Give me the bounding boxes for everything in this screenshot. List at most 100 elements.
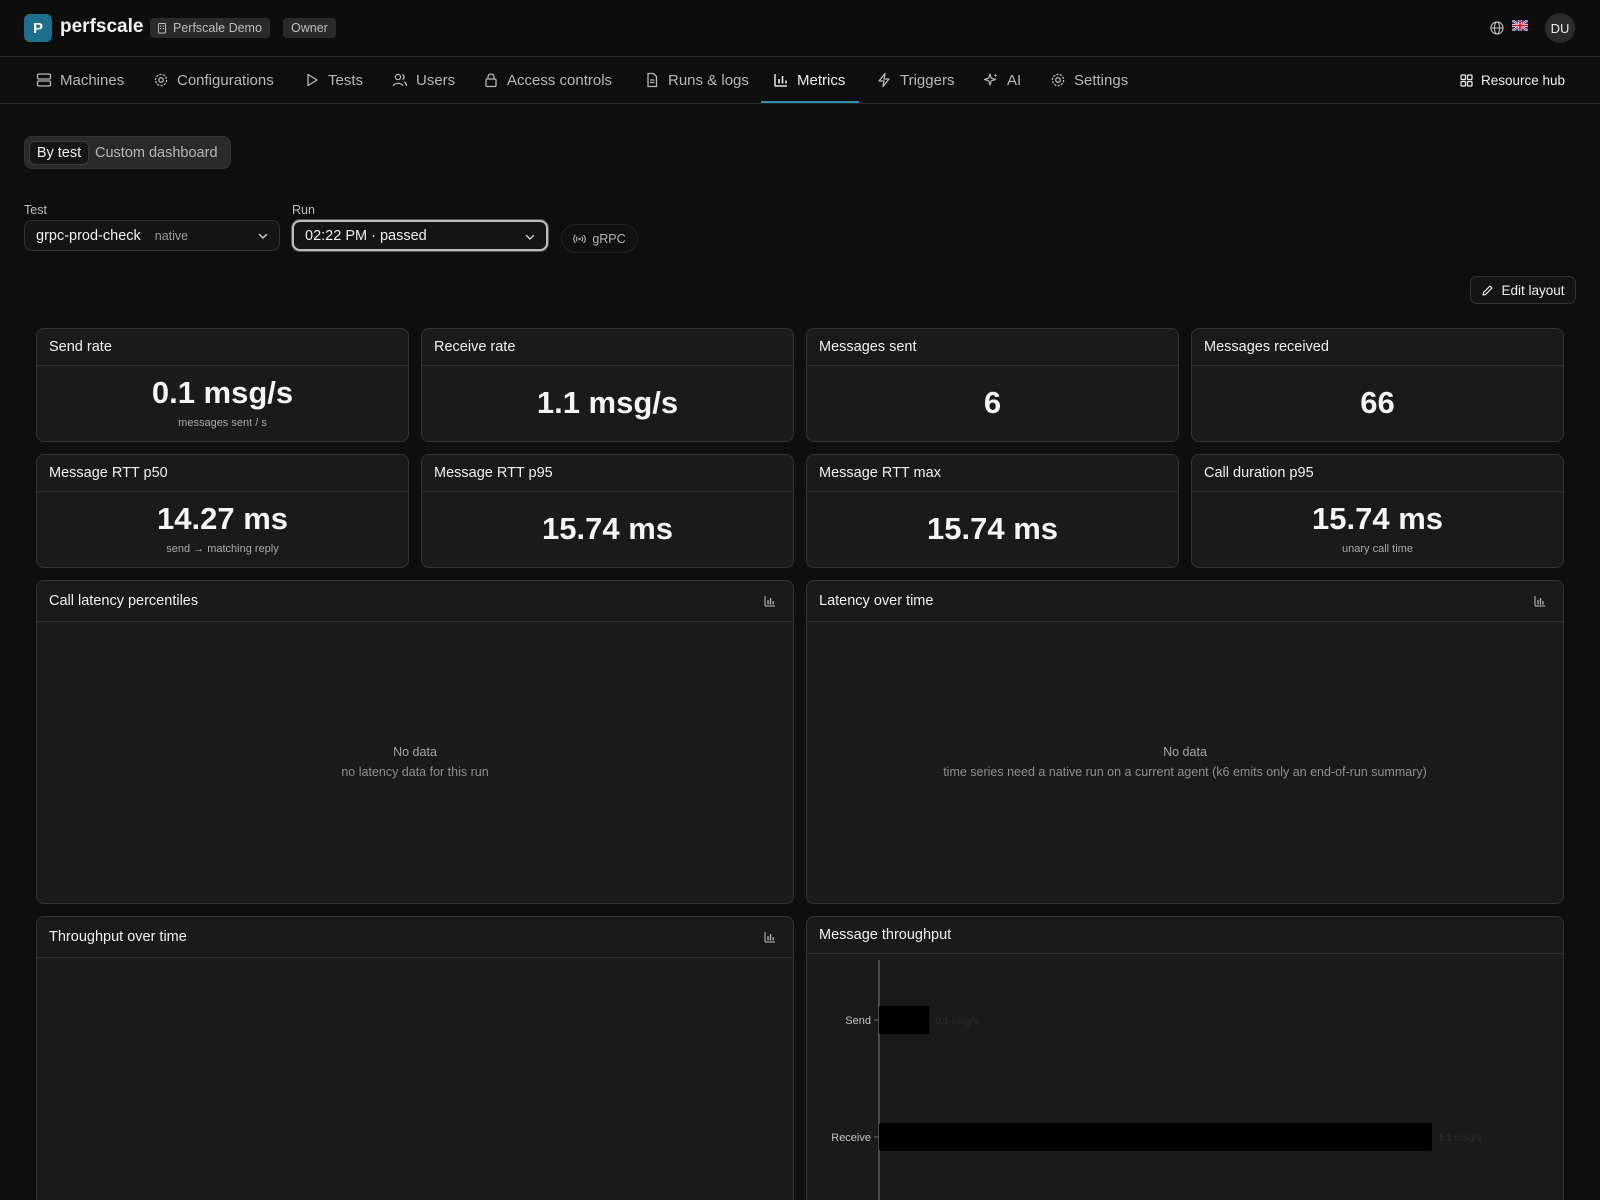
card-title: Messages received — [1192, 329, 1563, 366]
panel-title: Call latency percentiles — [49, 593, 199, 609]
protocol-label: gRPC — [592, 231, 626, 246]
chart-type-icon[interactable] — [764, 931, 776, 943]
stat-card-receive-rate: Receive rate 1.1 msg/s — [421, 328, 794, 442]
card-title: Send rate — [37, 329, 408, 366]
building-icon — [158, 23, 166, 34]
stat-value: 15.74 ms — [1312, 501, 1443, 536]
nav-item-machines[interactable]: Machines — [36, 57, 124, 103]
chevron-down-icon — [258, 233, 268, 239]
stat-subtitle: messages sent / s — [178, 417, 267, 429]
bar-value-label: 1.1 msg/s — [1438, 1133, 1481, 1144]
pencil-icon — [1482, 284, 1494, 296]
stat-card-messages-sent: Messages sent 6 — [806, 328, 1179, 442]
grid-icon — [1460, 73, 1473, 87]
stat-value: 15.74 ms — [927, 511, 1058, 546]
card-title: Receive rate — [422, 329, 793, 366]
panel-header: Message throughput — [807, 917, 1563, 954]
nav-item-access-controls[interactable]: Access controls — [483, 57, 612, 103]
bar-chart-icon — [774, 74, 787, 87]
stat-value: 6 — [983, 385, 1002, 420]
category-label: Receive — [831, 1132, 871, 1144]
nav-item-configurations[interactable]: Configurations — [153, 57, 274, 103]
role-badge: Owner — [283, 18, 336, 38]
card-title: Message RTT p50 — [37, 455, 408, 492]
edit-layout-button[interactable]: Edit layout — [1470, 276, 1576, 304]
run-select[interactable]: 02:22 PM · passed — [292, 220, 548, 251]
nav-label: Users — [416, 71, 456, 89]
resource-hub-button[interactable]: Resource hub — [1460, 71, 1565, 89]
panel-header: Throughput over time — [37, 917, 793, 958]
document-icon — [647, 72, 658, 88]
uk-flag-icon[interactable] — [1512, 20, 1528, 31]
panel-throughput-over-time: Throughput over time — [36, 916, 794, 1200]
panel-message-throughput: Message throughput Send 0.1 msg/s Receive 1… — [806, 916, 1564, 1200]
stat-value: 1.1 msg/s — [536, 385, 679, 420]
lock-icon — [485, 73, 497, 88]
chevron-down-icon — [525, 234, 535, 240]
panel-header: Latency over time — [807, 581, 1563, 622]
nav-item-runs-logs[interactable]: Runs & logs — [644, 57, 749, 103]
brand-name[interactable]: perfscale — [60, 16, 143, 38]
run-select-value: 02:22 PM · passed — [305, 227, 427, 244]
resource-hub-label: Resource hub — [1481, 72, 1566, 88]
stat-subtitle: send → matching reply — [166, 543, 279, 555]
stat-value: 14.27 ms — [157, 501, 288, 536]
active-tab-indicator — [761, 101, 859, 103]
card-title: Call duration p95 — [1192, 455, 1563, 492]
stat-subtitle: unary call time — [1342, 543, 1413, 555]
top-bar: P perfscale Perfscale Demo Owner DU — [0, 0, 1600, 57]
nav-item-ai[interactable]: AI — [983, 57, 1021, 103]
users-icon — [392, 73, 408, 87]
panel-title: Message throughput — [819, 927, 952, 943]
edit-layout-label: Edit layout — [1501, 282, 1565, 298]
protocol-badge: gRPC — [561, 224, 638, 253]
machines-icon — [36, 73, 52, 87]
view-toggle: By test Custom dashboard — [24, 136, 231, 169]
gear-icon — [154, 73, 168, 87]
stat-value: 0.1 msg/s — [151, 375, 294, 410]
app-logo[interactable]: P — [24, 14, 52, 42]
nav-item-metrics[interactable]: Metrics — [773, 57, 845, 103]
nav-item-settings[interactable]: Settings — [1050, 57, 1128, 103]
stat-card-rtt-p95: Message RTT p95 15.74 ms — [421, 454, 794, 568]
stat-value: 66 — [1360, 385, 1395, 420]
card-title: Message RTT p95 — [422, 455, 793, 492]
nav-item-users[interactable]: Users — [392, 57, 455, 103]
empty-state-title: No data — [393, 745, 437, 759]
org-switcher[interactable]: Perfscale Demo — [150, 18, 270, 38]
panel-call-latency-percentiles: Call latency percentiles No data no late… — [36, 580, 794, 904]
nav-label: AI — [1007, 71, 1022, 89]
stat-card-rtt-p50: Message RTT p50 14.27 ms send → matching… — [36, 454, 409, 568]
bar-send[interactable] — [879, 1006, 930, 1034]
stat-value: 15.74 ms — [542, 511, 673, 546]
panel-title: Latency over time — [819, 593, 934, 609]
broadcast-icon — [573, 234, 587, 243]
empty-state-title: No data — [1163, 745, 1207, 759]
test-type-tag: native — [154, 228, 189, 243]
stat-card-messages-received: Messages received 66 — [1191, 328, 1564, 442]
stat-card-rtt-max: Message RTT max 15.74 ms — [806, 454, 1179, 568]
nav-label: Settings — [1074, 71, 1129, 89]
chart-type-icon[interactable] — [1534, 595, 1546, 607]
stat-card-send-rate: Send rate 0.1 msg/s messages sent / s — [36, 328, 409, 442]
org-name: Perfscale Demo — [173, 21, 262, 35]
nav-label: Access controls — [507, 71, 613, 89]
globe-icon[interactable] — [1489, 20, 1505, 36]
play-icon — [307, 73, 318, 87]
custom-dashboard-toggle[interactable]: Custom dashboard — [95, 141, 218, 165]
nav-item-triggers[interactable]: Triggers — [876, 57, 954, 103]
sparkles-icon — [983, 73, 998, 86]
chart-type-icon[interactable] — [764, 595, 776, 607]
user-avatar[interactable]: DU — [1545, 13, 1575, 43]
panel-header: Call latency percentiles — [37, 581, 793, 622]
test-select[interactable]: grpc-prod-check native — [24, 220, 280, 251]
nav-label: Metrics — [797, 71, 846, 89]
nav-label: Machines — [60, 71, 125, 89]
bar-receive[interactable] — [879, 1123, 1432, 1151]
by-test-toggle[interactable]: By test — [29, 141, 89, 165]
empty-state-message: time series need a native run on a curre… — [943, 765, 1427, 779]
panel-title: Throughput over time — [49, 929, 187, 945]
nav-label: Triggers — [900, 71, 955, 89]
nav-item-tests[interactable]: Tests — [304, 57, 363, 103]
bar-value-label: 0.1 msg/s — [935, 1016, 978, 1027]
